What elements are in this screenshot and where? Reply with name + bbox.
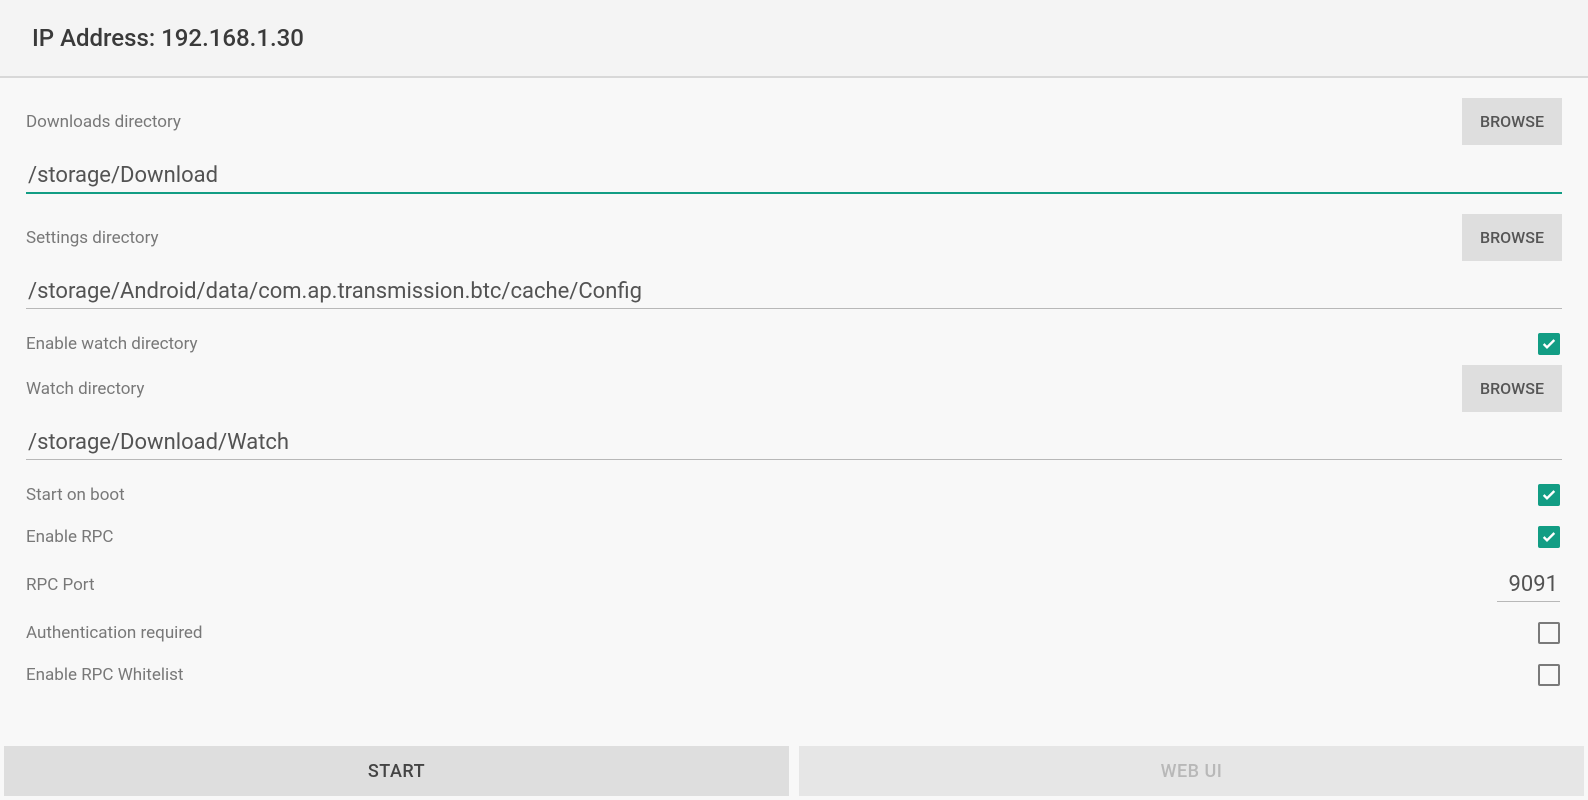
auth-required-row: Authentication required <box>26 612 1562 654</box>
enable-watch-row: Enable watch directory <box>26 323 1562 365</box>
bottom-bar: START WEB UI <box>0 746 1588 800</box>
check-icon <box>1541 336 1557 352</box>
web-ui-button: WEB UI <box>799 746 1584 796</box>
page-title: IP Address: 192.168.1.30 <box>32 24 304 52</box>
watch-directory-input[interactable] <box>26 424 1562 460</box>
enable-rpc-whitelist-checkbox[interactable] <box>1538 664 1560 686</box>
enable-watch-label: Enable watch directory <box>26 334 198 354</box>
auth-required-checkbox[interactable] <box>1538 622 1560 644</box>
enable-rpc-whitelist-row: Enable RPC Whitelist <box>26 654 1562 696</box>
check-icon <box>1541 487 1557 503</box>
downloads-directory-label: Downloads directory <box>26 112 181 132</box>
start-on-boot-row: Start on boot <box>26 474 1562 516</box>
header: IP Address: 192.168.1.30 <box>0 0 1588 78</box>
start-on-boot-label: Start on boot <box>26 485 125 505</box>
enable-rpc-checkbox[interactable] <box>1538 526 1560 548</box>
downloads-directory-input[interactable] <box>26 157 1562 194</box>
settings-directory-label: Settings directory <box>26 228 159 248</box>
settings-directory-input[interactable] <box>26 273 1562 309</box>
browse-downloads-button[interactable]: BROWSE <box>1462 98 1562 145</box>
start-on-boot-checkbox[interactable] <box>1538 484 1560 506</box>
watch-directory-label: Watch directory <box>26 379 144 399</box>
browse-watch-button[interactable]: BROWSE <box>1462 365 1562 412</box>
settings-form: Downloads directory BROWSE Settings dire… <box>0 78 1588 696</box>
watch-directory-row: Watch directory BROWSE <box>26 365 1562 412</box>
auth-required-label: Authentication required <box>26 623 203 643</box>
enable-rpc-whitelist-label: Enable RPC Whitelist <box>26 665 183 685</box>
start-button[interactable]: START <box>4 746 789 796</box>
downloads-directory-row: Downloads directory BROWSE <box>26 98 1562 145</box>
check-icon <box>1541 529 1557 545</box>
rpc-port-input[interactable]: 9091 <box>1497 568 1560 602</box>
browse-settings-button[interactable]: BROWSE <box>1462 214 1562 261</box>
enable-watch-checkbox[interactable] <box>1538 333 1560 355</box>
enable-rpc-label: Enable RPC <box>26 527 113 547</box>
enable-rpc-row: Enable RPC <box>26 516 1562 558</box>
settings-directory-row: Settings directory BROWSE <box>26 214 1562 261</box>
rpc-port-row: RPC Port 9091 <box>26 558 1562 612</box>
rpc-port-label: RPC Port <box>26 575 95 595</box>
